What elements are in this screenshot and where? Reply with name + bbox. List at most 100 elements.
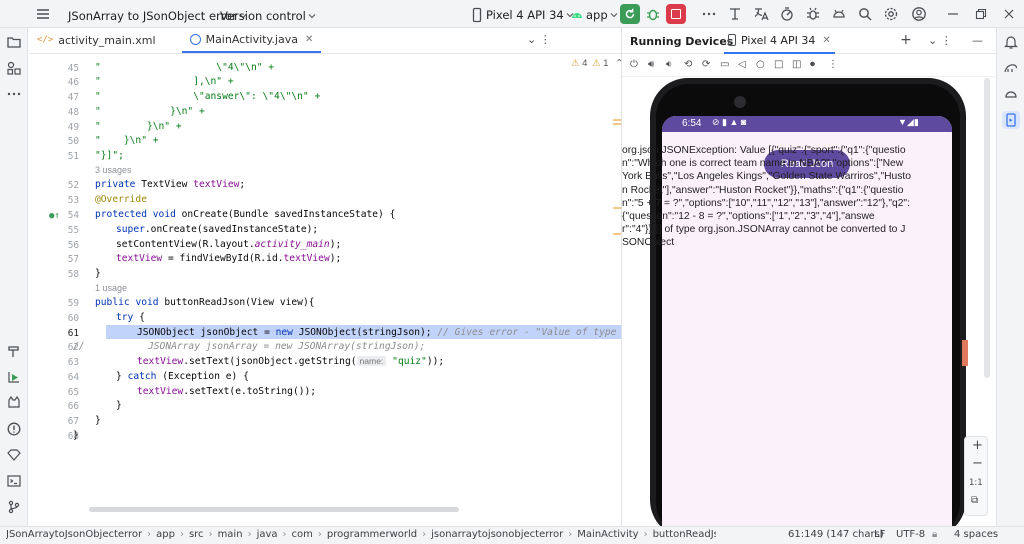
profiler-icon[interactable] bbox=[778, 5, 796, 23]
screenshot-icon[interactable]: ◫ bbox=[792, 59, 801, 70]
breadcrumb-item[interactable]: JSonArraytoJsonObjecterror bbox=[6, 529, 142, 540]
build-hammer-icon[interactable] bbox=[5, 342, 23, 360]
debug-icon[interactable] bbox=[644, 5, 662, 23]
breadcrumb-label: app bbox=[156, 529, 175, 540]
line-number: 47 bbox=[67, 92, 79, 103]
running-devices-icon[interactable] bbox=[1002, 111, 1020, 129]
home-icon[interactable]: ○ bbox=[756, 59, 765, 70]
device-manager-icon[interactable] bbox=[1002, 85, 1020, 103]
hamburger-menu-icon[interactable] bbox=[34, 5, 52, 23]
fold-icon[interactable]: ▭ bbox=[720, 59, 729, 70]
device-tab-label: Pixel 4 API 34 bbox=[741, 33, 816, 47]
breadcrumb-item[interactable]: jsonarraytojsonobjecterror bbox=[431, 529, 563, 540]
tab-activity-main-xml[interactable]: </> activity_main.xml bbox=[29, 27, 164, 53]
code-line: textView = findViewById(R.id.textView); bbox=[116, 253, 342, 264]
project-folder-icon[interactable] bbox=[5, 33, 23, 51]
code-line: } bbox=[95, 415, 101, 426]
code-line: } catch (Exception e) { bbox=[116, 371, 249, 382]
volume-up-icon[interactable]: 🔊︎ bbox=[648, 59, 654, 70]
logcat-icon[interactable] bbox=[5, 394, 23, 412]
cursor-position[interactable]: 61:149 (147 chars) bbox=[788, 529, 884, 540]
fit-screen-icon[interactable]: ⧉ bbox=[971, 495, 978, 506]
device-tab[interactable]: Pixel 4 API 34 ✕ bbox=[724, 28, 835, 54]
volume-down-icon[interactable]: 🔉︎ bbox=[666, 59, 672, 70]
back-icon[interactable]: ◁ bbox=[738, 59, 746, 70]
run-tool-icon[interactable] bbox=[5, 368, 23, 386]
code-editor[interactable]: ⚠ 4 ⚠ 1 ⌃ ⌄ ●↑ 45" \"4\"\n" +46" ],\n" +… bbox=[29, 55, 650, 517]
translations-icon[interactable] bbox=[752, 5, 770, 23]
breadcrumb-item[interactable]: com bbox=[292, 529, 313, 540]
readonly-lock-icon[interactable]: 🔒︎ bbox=[932, 529, 937, 540]
line-number: 51 bbox=[67, 151, 79, 162]
rotate-left-icon[interactable]: ⟲ bbox=[684, 59, 692, 70]
indent-setting[interactable]: 4 spaces bbox=[954, 529, 998, 540]
layout-inspector-icon[interactable] bbox=[726, 5, 744, 23]
breadcrumb-item[interactable]: src bbox=[189, 529, 204, 540]
zoom-out-icon[interactable]: − bbox=[972, 456, 983, 471]
rotate-right-icon[interactable]: ⟳ bbox=[702, 59, 710, 70]
rerun-button[interactable] bbox=[620, 4, 640, 24]
zoom-in-icon[interactable]: + bbox=[972, 438, 983, 453]
version-control-menu[interactable]: Version control bbox=[220, 7, 318, 25]
breadcrumb-item[interactable]: main bbox=[218, 529, 243, 540]
app-quality-insights-icon[interactable] bbox=[804, 5, 822, 23]
file-encoding[interactable]: UTF-8 bbox=[896, 529, 925, 540]
run-config-selector[interactable]: app bbox=[568, 6, 620, 24]
breadcrumb-item[interactable]: app bbox=[156, 529, 175, 540]
line-number: 55 bbox=[67, 225, 79, 236]
close-window-icon[interactable] bbox=[1000, 5, 1018, 23]
restore-window-icon[interactable] bbox=[972, 5, 990, 23]
zoom-actual-size[interactable]: 1:1 bbox=[969, 478, 983, 488]
breadcrumb-item[interactable]: buttonReadJson bbox=[653, 529, 716, 540]
account-icon[interactable] bbox=[910, 5, 928, 23]
running-devices-header: Running Devices Pixel 4 API 34 ✕ + ⌄ ⋮ — bbox=[622, 28, 996, 54]
gem-icon[interactable] bbox=[5, 446, 23, 464]
breadcrumb-separator-icon: › bbox=[422, 529, 427, 540]
breadcrumb-label: programmerworld bbox=[326, 529, 418, 540]
minimize-panel-icon[interactable]: — bbox=[972, 34, 983, 47]
power-icon[interactable]: ⏻ bbox=[630, 59, 638, 70]
code-line: } bbox=[73, 430, 79, 441]
line-number: 57 bbox=[67, 254, 79, 265]
line-separator[interactable]: LF bbox=[874, 529, 885, 540]
device-manager-icon[interactable] bbox=[830, 5, 848, 23]
usages-hint[interactable]: 1 usage bbox=[95, 283, 127, 293]
breadcrumb-separator-icon: › bbox=[317, 529, 322, 540]
more-actions-icon[interactable] bbox=[700, 5, 718, 23]
usages-hint[interactable]: 3 usages bbox=[95, 165, 132, 175]
tab-main-activity-java[interactable]: MainActivity.java ✕ bbox=[181, 27, 322, 53]
terminal-icon[interactable] bbox=[5, 472, 23, 490]
horizontal-scrollbar[interactable] bbox=[89, 507, 459, 512]
breadcrumb-separator-icon: › bbox=[147, 529, 152, 540]
breadcrumb-item[interactable]: MainActivity bbox=[577, 529, 638, 540]
line-number: 45 bbox=[67, 63, 79, 74]
vertical-scrollbar[interactable] bbox=[984, 78, 990, 378]
settings-gear-icon[interactable] bbox=[882, 5, 900, 23]
version-control-icon[interactable] bbox=[5, 498, 23, 516]
gradle-icon[interactable] bbox=[1002, 59, 1020, 77]
breadcrumb-separator-icon: › bbox=[643, 529, 648, 540]
panel-options-icon[interactable]: ⌄ ⋮ bbox=[928, 34, 952, 47]
add-device-icon[interactable]: + bbox=[900, 32, 912, 48]
breadcrumb-item[interactable]: programmerworld bbox=[327, 529, 417, 540]
title-bar: JSonArray to JSonObject error Version co… bbox=[0, 0, 1024, 28]
stop-button[interactable] bbox=[666, 4, 686, 24]
close-tab-icon[interactable]: ✕ bbox=[822, 35, 830, 46]
problems-icon[interactable] bbox=[5, 420, 23, 438]
line-number: 46 bbox=[67, 77, 79, 88]
breadcrumb-label: src bbox=[188, 529, 204, 540]
notifications-bell-icon[interactable] bbox=[1002, 33, 1020, 51]
more-tools-icon[interactable] bbox=[5, 85, 23, 103]
notification-icons: ⊘ ▮ ▲ ◙ bbox=[712, 117, 747, 127]
tabs-overflow-icon[interactable]: ⌄ ⋮ bbox=[527, 33, 551, 46]
device-selector[interactable]: Pixel 4 API 34 bbox=[468, 6, 576, 24]
minimize-window-icon[interactable] bbox=[944, 5, 962, 23]
overview-icon[interactable]: □ bbox=[774, 59, 783, 70]
resource-manager-icon[interactable] bbox=[5, 59, 23, 77]
warning-stripe bbox=[613, 233, 621, 235]
extended-controls-icon[interactable]: ⋮ bbox=[828, 59, 838, 70]
breadcrumb-item[interactable]: java bbox=[257, 529, 278, 540]
search-icon[interactable] bbox=[856, 5, 874, 23]
close-tab-icon[interactable]: ✕ bbox=[305, 34, 313, 45]
record-icon[interactable]: ⏺ bbox=[810, 59, 815, 70]
